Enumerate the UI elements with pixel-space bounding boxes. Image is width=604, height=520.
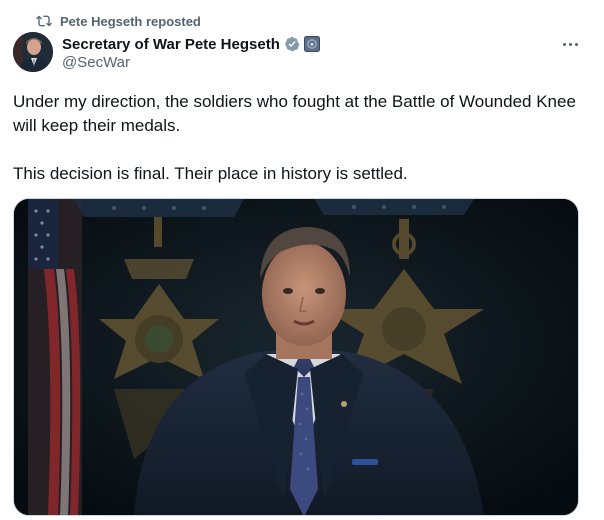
repost-icon [36,13,52,29]
repost-indicator[interactable]: Pete Hegseth reposted [36,12,201,30]
verified-badge-icon [284,36,300,52]
repost-label[interactable]: Pete Hegseth reposted [60,14,201,29]
avatar[interactable] [13,32,53,72]
repost-card[interactable]: Pete Hegseth reposted Secretary of War P… [0,0,604,520]
author-display-name[interactable]: Secretary of War Pete Hegseth [62,36,280,53]
post-text: Under my direction, the soldiers who fou… [13,90,583,186]
more-dot [562,42,566,46]
author-handle[interactable]: @SecWar [62,54,130,71]
more-dot [568,42,572,46]
author-name-row[interactable]: Secretary of War Pete Hegseth [62,34,320,54]
post-paragraph: Under my direction, the soldiers who fou… [13,92,576,135]
post-media-video[interactable] [13,198,579,516]
government-affiliation-icon[interactable] [303,36,320,52]
video-thumbnail [14,199,578,515]
more-dot [574,42,578,46]
more-options-button[interactable] [560,36,580,52]
post-paragraph: This decision is final. Their place in h… [13,164,408,183]
